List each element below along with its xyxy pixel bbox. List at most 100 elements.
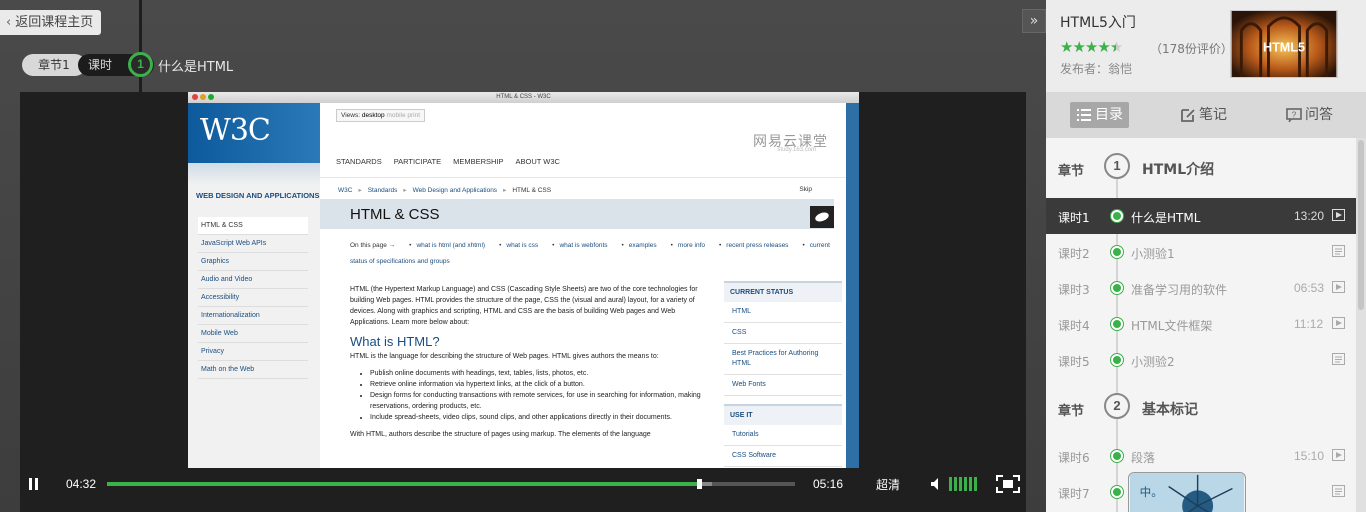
volume-slider[interactable]	[949, 477, 979, 491]
current-time: 04:32	[66, 477, 97, 491]
w3c-crumb: HTML & CSS	[512, 187, 552, 194]
on-page-link: more info	[677, 242, 706, 249]
lesson-duration: 06:53	[1294, 281, 1325, 295]
volume-bar	[969, 477, 972, 491]
last-line: With HTML, authors describe the structur…	[350, 431, 651, 438]
lesson-row[interactable]: 课时5 小测验2	[1046, 342, 1356, 378]
lesson-status-dot	[1111, 210, 1123, 222]
browser-title: HTML & CSS - W3C	[496, 94, 551, 100]
lesson-status-dot	[1111, 282, 1123, 294]
lesson-row[interactable]: 课时2 小测验1	[1046, 234, 1356, 270]
lesson-row[interactable]: 课时6 段落 15:10	[1046, 438, 1356, 474]
tab-qa[interactable]: ? 问答	[1286, 102, 1333, 128]
lesson-status-dot	[1111, 318, 1123, 330]
toc-scrollbar[interactable]	[1356, 138, 1366, 512]
lesson-status-dot	[1111, 246, 1123, 258]
popup-text: 中。	[1140, 485, 1163, 499]
toc-scrollbar-thumb[interactable]	[1358, 140, 1364, 310]
w3c-body: HTML (the Hypertext Markup Language) and…	[350, 284, 710, 440]
view-desktop: desktop	[361, 112, 385, 119]
chevron-left-icon: ‹	[6, 15, 12, 30]
volume-bar	[959, 477, 962, 491]
rating-stars: ★★★★★	[1060, 38, 1123, 56]
course-title[interactable]: HTML5入门	[1060, 12, 1136, 32]
use-it-list: Tutorials CSS Software	[724, 425, 842, 467]
lesson-duration: 15:10	[1294, 449, 1325, 463]
on-page-link: recent press releases	[726, 242, 789, 249]
lesson-number-badge: 1	[128, 52, 153, 77]
w3c-left-nav-item: HTML & CSS	[198, 217, 308, 235]
back-label: 返回课程主页	[15, 15, 94, 30]
chapter-label: 章节	[1058, 404, 1085, 419]
quality-button[interactable]: 超清	[876, 476, 900, 493]
w3c-left-nav-item: Graphics	[198, 253, 308, 271]
w3c-main: Views: desktop mobile print 网易云课堂 study.…	[320, 103, 846, 468]
crumb-separator: ▸	[403, 187, 407, 194]
publisher: 发布者：翁恺	[1060, 62, 1133, 76]
video-player[interactable]: HTML & CSS - W3C W3C WEB DESIGN AND APPL…	[20, 92, 1026, 512]
volume-bar	[954, 477, 957, 491]
volume-icon[interactable]	[930, 477, 944, 491]
lesson-row[interactable]: 课时1 什么是HTML 13:20	[1046, 198, 1356, 234]
lesson-status-dot	[1111, 354, 1123, 366]
tab-notes[interactable]: 笔记	[1180, 102, 1227, 128]
svg-text:?: ?	[1292, 111, 1297, 120]
progress-handle[interactable]	[696, 479, 702, 489]
divider	[139, 0, 142, 92]
lesson-label: 课时5	[1058, 355, 1090, 369]
bullet-list: Publish online documents with headings, …	[370, 368, 710, 423]
on-page-link: what is css	[506, 242, 539, 249]
play-video-icon	[1332, 209, 1345, 221]
w3c-top-nav-item: STANDARDS	[336, 157, 382, 166]
w3c-left-nav-item: Mobile Web	[198, 325, 308, 343]
w3c-top-nav-item: PARTICIPATE	[393, 157, 442, 166]
on-page-bullet: •	[552, 242, 555, 249]
chapter-title: 基本标记	[1142, 402, 1198, 418]
w3c-section-heading: WEB DESIGN AND APPLICATIONS	[196, 191, 320, 200]
what-is-html-heading: What is HTML?	[350, 334, 440, 349]
back-to-course-button[interactable]: ‹ 返回课程主页	[0, 10, 102, 35]
w3c-left-nav: HTML & CSS JavaScript Web APIs Graphics Aud…	[198, 217, 308, 379]
collapse-sidebar-button[interactable]: »	[1022, 9, 1046, 33]
volume-bar	[949, 477, 952, 491]
on-page-link: what is html (and xhtml)	[416, 242, 486, 249]
watermark-sub: study.163.com	[777, 147, 816, 153]
lesson-label: 课时4	[1058, 319, 1090, 333]
w3c-left-nav-item: Accessibility	[198, 289, 308, 307]
on-page-link: examples	[628, 242, 657, 249]
on-this-page: On this page → • what is html (and xhtml) •…	[350, 238, 830, 270]
what-intro: HTML is the language for describing the …	[350, 353, 659, 360]
lesson-label: 课时6	[1058, 451, 1090, 465]
w3c-left-nav-item: Audio and Video	[198, 271, 308, 289]
lesson-row[interactable]: 课时3 准备学习用的软件 06:53	[1046, 270, 1356, 306]
w3c-crumb: Standards	[367, 187, 398, 194]
status-list: HTML CSS Best Practices for Authoring HTML…	[724, 302, 842, 396]
star-icon: ★	[1097, 38, 1110, 56]
lesson-title: 什么是HTML	[1131, 211, 1201, 225]
pause-icon[interactable]	[28, 478, 40, 490]
w3c-left-nav-item: JavaScript Web APIs	[198, 235, 308, 253]
course-thumbnail[interactable]: HTML5	[1230, 10, 1338, 78]
progress-bar[interactable]	[107, 479, 795, 489]
on-page-bullet: •	[499, 242, 502, 249]
play-video-icon	[1332, 317, 1345, 329]
on-page-bullet: •	[409, 242, 412, 249]
lesson-row[interactable]: 课时4 HTML文件框架 11:12	[1046, 306, 1356, 342]
on-page-bullet: •	[621, 242, 624, 249]
chapter-row: 章节 1 HTML介绍	[1046, 148, 1356, 188]
w3c-left-nav-item: Math on the Web	[198, 361, 308, 379]
w3c-left-nav-item: Privacy	[198, 343, 308, 361]
lesson-label: 课时2	[1058, 247, 1090, 261]
w3c-top-nav-item: MEMBERSHIP	[453, 157, 504, 166]
crumb-separator: ▸	[503, 187, 507, 194]
status-item: HTML	[724, 302, 842, 323]
status-box: CURRENT STATUS HTML CSS Best Practices for…	[724, 281, 842, 467]
fullscreen-icon[interactable]	[996, 475, 1020, 493]
lesson-duration: 13:20	[1294, 209, 1325, 223]
intro-paragraph: HTML (the Hypertext Markup Language) and…	[350, 286, 698, 326]
w3c-logo: W3C	[188, 103, 320, 163]
player-controls: 04:32 05:16 超清	[20, 468, 1026, 498]
use-it-item: Tutorials	[724, 425, 842, 446]
document-icon	[1332, 485, 1345, 497]
tab-toc[interactable]: 目录	[1070, 102, 1129, 128]
